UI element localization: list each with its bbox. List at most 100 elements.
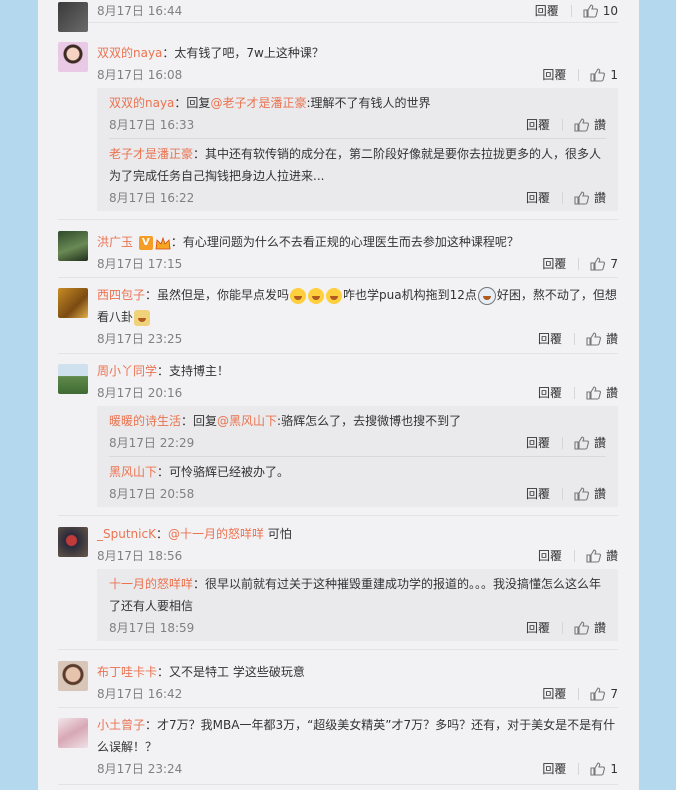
reply-button[interactable]: 回覆 — [538, 382, 562, 404]
thumbs-up-icon — [574, 191, 589, 205]
reply-user[interactable]: 双双的naya — [109, 96, 174, 110]
comment-item: 洪广玉 V ：有心理问题为什么不去看正规的心理医生而去参加这种课程呢？ 8月17日… — [58, 220, 618, 278]
reply-item: 暖暖的诗生活：回复@黑风山下:骆辉怎么了，去搜微博也搜不到了 8月17日 22:… — [109, 406, 606, 457]
gossip-emoji-icon — [134, 309, 151, 326]
reply-button[interactable]: 回覆 — [526, 187, 550, 209]
like-label: 讚 — [593, 436, 606, 450]
comment-meta: 8月17日 18:56 回覆 讚 — [97, 545, 618, 567]
like-count: 7 — [610, 687, 618, 701]
avatar[interactable] — [58, 718, 88, 748]
comment-time: 8月17日 16:08 — [97, 68, 183, 82]
thumbs-up-icon — [590, 68, 606, 82]
reply-user[interactable]: 黑风山下 — [109, 465, 157, 479]
comment-user[interactable]: _SputnicK — [97, 527, 156, 541]
like-button[interactable]: 讚 — [574, 483, 606, 505]
reply-item: 十一月的怒咩咩：很早以前就有过关于这种摧毁重建成功学的报道的。。。我没搞懂怎么这… — [109, 569, 606, 641]
reply-button[interactable]: 回覆 — [542, 64, 566, 86]
reply-list: 暖暖的诗生活：回复@黑风山下:骆辉怎么了，去搜微博也搜不到了 8月17日 22:… — [97, 406, 618, 507]
like-label: 讚 — [593, 118, 606, 132]
laughing-emoji-icon — [290, 287, 307, 304]
comment-time: 8月17日 16:44 — [97, 4, 183, 18]
reply-user[interactable]: 十一月的怒咩咩 — [109, 577, 193, 591]
reply-button[interactable]: 回覆 — [542, 758, 566, 780]
reply-time: 8月17日 22:29 — [109, 436, 195, 450]
comment-item: 布丁哇卡卡：又不是特工 学这些破玩意 8月17日 16:42 回覆 7 — [58, 650, 618, 708]
comment-user[interactable]: 周小丫同学 — [97, 364, 157, 378]
like-count: 10 — [602, 4, 618, 18]
comment-user[interactable]: 小土曾子 — [97, 718, 145, 732]
comment-text: 西四包子：虽然但是，你能早点发吗 咋也学pua机构拖到12点 好困，熬不动了，但想看… — [97, 286, 617, 326]
reply-item: 老子才是潘正豪：其中还有软传销的成分在，第二阶段好像就是要你去拉拢更多的人，很多… — [109, 139, 606, 211]
comment-user[interactable]: 双双的naya — [97, 46, 162, 60]
like-button[interactable]: 讚 — [574, 187, 606, 209]
divider — [578, 69, 580, 81]
comment-user[interactable]: 洪广玉 — [97, 235, 133, 249]
mention-link[interactable]: @老子才是潘正豪 — [210, 96, 306, 110]
reply-button[interactable]: 回覆 — [526, 617, 550, 639]
mention-link[interactable]: @十一月的怒咩咩 — [168, 527, 264, 541]
reply-meta: 8月17日 20:58 回覆 讚 — [109, 483, 606, 505]
like-label: 讚 — [605, 332, 618, 346]
like-button[interactable]: 10 — [583, 0, 618, 22]
like-button[interactable]: 7 — [590, 253, 618, 275]
like-label: 讚 — [605, 386, 618, 400]
comment-meta: 8月17日 17:15 回覆 7 — [97, 253, 618, 275]
reply-button[interactable]: 回覆 — [535, 0, 559, 22]
like-button[interactable]: 讚 — [574, 432, 606, 454]
comment-time: 8月17日 23:24 — [97, 762, 183, 776]
laughing-emoji-icon — [326, 287, 343, 304]
like-button[interactable]: 7 — [590, 683, 618, 705]
like-label: 讚 — [593, 621, 606, 635]
thumbs-up-icon — [590, 257, 606, 271]
avatar[interactable] — [58, 231, 88, 261]
avatar[interactable] — [58, 288, 88, 318]
avatar[interactable] — [58, 527, 88, 557]
thumbs-up-icon — [586, 332, 601, 346]
reply-user[interactable]: 暖暖的诗生活 — [109, 414, 181, 428]
like-count: 1 — [610, 68, 618, 82]
comment-panel: 8月17日 16:44 回覆 10 双双的naya：太有钱了吧，7w上这种课？ … — [38, 0, 639, 790]
like-button[interactable]: 1 — [590, 758, 618, 780]
reply-time: 8月17日 18:59 — [109, 621, 195, 635]
reply-list: 双双的naya：回复@老子才是潘正豪:理解不了有钱人的世界 8月17日 16:3… — [97, 88, 618, 211]
divider — [561, 437, 563, 449]
reply-text: 双双的naya：回复@老子才是潘正豪:理解不了有钱人的世界 — [109, 96, 431, 110]
like-button[interactable]: 讚 — [574, 617, 606, 639]
reply-meta: 8月17日 18:59 回覆 讚 — [109, 617, 606, 639]
reply-button[interactable]: 回覆 — [538, 328, 562, 350]
reply-button[interactable]: 回覆 — [526, 432, 550, 454]
divider — [570, 5, 572, 17]
like-button[interactable]: 讚 — [586, 382, 618, 404]
reply-item: 双双的naya：回复@老子才是潘正豪:理解不了有钱人的世界 8月17日 16:3… — [109, 88, 606, 139]
reply-button[interactable]: 回覆 — [538, 545, 562, 567]
comment-user[interactable]: 西四包子 — [97, 288, 145, 302]
reply-text: 十一月的怒咩咩：很早以前就有过关于这种摧毁重建成功学的报道的。。。我没搞懂怎么这… — [109, 577, 602, 613]
comment-item: 8月17日 16:44 回覆 10 — [58, 0, 618, 32]
reply-time: 8月17日 20:58 — [109, 487, 195, 501]
thumbs-up-icon — [574, 621, 589, 635]
comment-text: 布丁哇卡卡：又不是特工 学这些破玩意 — [97, 665, 305, 679]
reply-button[interactable]: 回覆 — [542, 253, 566, 275]
thumbs-up-icon — [590, 687, 606, 701]
avatar[interactable] — [58, 661, 88, 691]
crying-emoji-icon — [477, 286, 496, 305]
comment-user[interactable]: 布丁哇卡卡 — [97, 665, 157, 679]
reply-user[interactable]: 老子才是潘正豪 — [109, 147, 193, 161]
mention-link[interactable]: @黑风山下 — [217, 414, 277, 428]
divider — [573, 333, 575, 345]
like-button[interactable]: 讚 — [586, 545, 618, 567]
comment-time: 8月17日 16:42 — [97, 687, 183, 701]
laughing-emoji-icon — [308, 287, 325, 304]
avatar[interactable] — [58, 42, 88, 72]
reply-button[interactable]: 回覆 — [542, 683, 566, 705]
divider — [573, 550, 575, 562]
reply-button[interactable]: 回覆 — [526, 483, 550, 505]
reply-button[interactable]: 回覆 — [526, 114, 550, 136]
avatar[interactable] — [58, 2, 88, 32]
like-button[interactable]: 1 — [590, 64, 618, 86]
comment-meta: 8月17日 16:42 回覆 7 — [97, 683, 618, 705]
avatar[interactable] — [58, 364, 88, 394]
like-button[interactable]: 讚 — [586, 328, 618, 350]
like-button[interactable]: 讚 — [574, 114, 606, 136]
like-count: 1 — [610, 762, 618, 776]
